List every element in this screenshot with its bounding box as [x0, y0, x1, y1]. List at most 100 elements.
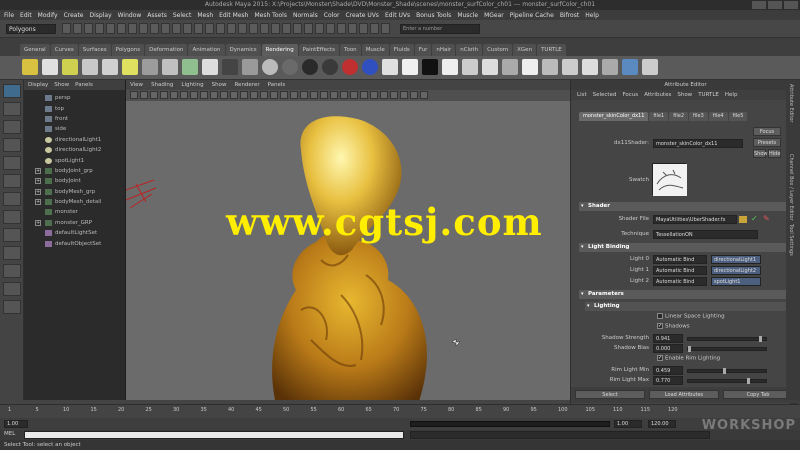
status-tool-icon[interactable]: [128, 23, 137, 34]
param-slider[interactable]: [687, 378, 767, 384]
menu-file[interactable]: File: [4, 12, 14, 19]
maximize-button[interactable]: [768, 1, 782, 9]
shelf-tool-icon[interactable]: [582, 59, 598, 75]
layout-custom-icon[interactable]: [3, 300, 21, 314]
param-value-field[interactable]: 0.770: [653, 376, 683, 385]
shelf-tool-icon[interactable]: [642, 59, 658, 75]
minimize-button[interactable]: [752, 1, 766, 9]
shelf-tab-animation[interactable]: Animation: [188, 44, 225, 56]
menu-edit-mesh[interactable]: Edit Mesh: [219, 12, 248, 19]
outliner-item[interactable]: directionalLight1: [24, 135, 125, 145]
checkbox-row[interactable]: ✓ Enable Rim Lighting: [657, 355, 720, 362]
light-binding-target[interactable]: spotLight1: [711, 277, 761, 286]
scale-tool-icon[interactable]: [3, 174, 21, 188]
menu-window[interactable]: Window: [118, 12, 142, 19]
shelf-tool-icon[interactable]: [302, 59, 318, 75]
status-tool-icon[interactable]: [238, 23, 247, 34]
layout-four-icon[interactable]: [3, 228, 21, 242]
status-tool-icon[interactable]: [381, 23, 390, 34]
ae-menu-focus[interactable]: Focus: [622, 92, 638, 98]
param-value-field[interactable]: 0.000: [653, 344, 683, 353]
status-tool-icon[interactable]: [260, 23, 269, 34]
menu-color[interactable]: Color: [324, 12, 340, 19]
ae-menu-selected[interactable]: Selected: [593, 92, 617, 98]
shelf-tab-nhair[interactable]: nHair: [432, 44, 456, 56]
status-tool-icon[interactable]: [139, 23, 148, 34]
shelf-tool-icon[interactable]: [362, 59, 378, 75]
show-button[interactable]: Show: [753, 149, 768, 158]
status-tool-icon[interactable]: [172, 23, 181, 34]
status-tool-icon[interactable]: [150, 23, 159, 34]
outliner-item[interactable]: + bodyJoint_grp: [24, 166, 125, 176]
menu-help[interactable]: Help: [585, 12, 599, 19]
expand-toggle[interactable]: +: [35, 219, 41, 226]
status-tool-icon[interactable]: [84, 23, 93, 34]
status-tool-icon[interactable]: [205, 23, 214, 34]
slider-knob[interactable]: [688, 346, 691, 352]
node-tab-file3[interactable]: file3: [689, 112, 708, 121]
shelf-tab-deformation[interactable]: Deformation: [145, 44, 188, 56]
status-tool-icon[interactable]: [304, 23, 313, 34]
numeric-input-field[interactable]: Enter a number: [400, 24, 480, 34]
status-tool-icon[interactable]: [348, 23, 357, 34]
menu-modify[interactable]: Modify: [38, 12, 58, 19]
status-tool-icon[interactable]: [106, 23, 115, 34]
shelf-tab-rendering[interactable]: Rendering: [261, 44, 298, 56]
outliner-menu-display[interactable]: Display: [28, 82, 48, 88]
light-binding-mode[interactable]: Automatic Bind: [653, 277, 707, 286]
status-tool-icon[interactable]: [249, 23, 258, 34]
node-tab-monster_skincolor_dx11[interactable]: monster_skinColor_dx11: [579, 112, 649, 121]
shelf-tab-custom[interactable]: Custom: [483, 44, 513, 56]
expand-toggle[interactable]: +: [35, 167, 41, 174]
menu-display[interactable]: Display: [90, 12, 112, 19]
shelf-tab-toon[interactable]: Toon: [340, 44, 361, 56]
ae-select-button[interactable]: Select: [575, 390, 645, 399]
shelf-tool-icon[interactable]: [42, 59, 58, 75]
layout-single-icon[interactable]: [3, 210, 21, 224]
outliner-item[interactable]: + monster_GRP: [24, 218, 125, 228]
menu-pipeline-cache[interactable]: Pipeline Cache: [510, 12, 554, 19]
shelf-tool-icon[interactable]: [242, 59, 258, 75]
shelf-tool-icon[interactable]: [502, 59, 518, 75]
shelf-tool-icon[interactable]: [102, 59, 118, 75]
paint-select-icon[interactable]: [3, 120, 21, 134]
checkbox[interactable]: ✓: [657, 355, 663, 361]
menu-mesh-tools[interactable]: Mesh Tools: [254, 12, 286, 19]
shelf-tab-muscle[interactable]: Muscle: [361, 44, 389, 56]
ae-menu-turtle[interactable]: TURTLE: [698, 92, 719, 98]
outliner-menu-show[interactable]: Show: [54, 82, 69, 88]
status-tool-icon[interactable]: [370, 23, 379, 34]
status-tool-icon[interactable]: [194, 23, 203, 34]
menu-assets[interactable]: Assets: [147, 12, 167, 19]
expand-toggle[interactable]: +: [35, 199, 41, 206]
close-button[interactable]: [784, 1, 798, 9]
technique-dropdown[interactable]: TessellationON: [653, 230, 758, 239]
menu-edit[interactable]: Edit: [20, 12, 32, 19]
node-name-field[interactable]: monster_skinColor_dx11: [653, 139, 743, 148]
outliner-item[interactable]: directionalLight2: [24, 145, 125, 155]
shelf-tool-icon[interactable]: [22, 59, 38, 75]
light-binding-mode[interactable]: Automatic Bind: [653, 266, 707, 275]
outliner-item[interactable]: persp: [24, 93, 125, 103]
outliner-item[interactable]: + bodyMesh_grp: [24, 187, 125, 197]
shelf-tab-xgen[interactable]: XGen: [513, 44, 537, 56]
hide-button[interactable]: Hide: [768, 149, 781, 158]
shelf-tab-fluids[interactable]: Fluids: [389, 44, 414, 56]
param-value-field[interactable]: 0.459: [653, 366, 683, 375]
ae-menu-list[interactable]: List: [577, 92, 587, 98]
reload-icon[interactable]: ✓: [751, 214, 758, 223]
shelf-tab-polygons[interactable]: Polygons: [111, 44, 145, 56]
checkbox-row[interactable]: Linear Space Lighting: [657, 313, 725, 320]
layout-outliner-icon[interactable]: [3, 264, 21, 278]
layout-graph-icon[interactable]: [3, 282, 21, 296]
expand-toggle[interactable]: +: [35, 188, 41, 195]
ae-menu-help[interactable]: Help: [725, 92, 738, 98]
presets-button[interactable]: Presets: [753, 138, 781, 147]
command-input[interactable]: [24, 431, 404, 439]
current-time-field[interactable]: 1.00: [614, 420, 642, 428]
menu-mesh[interactable]: Mesh: [197, 12, 213, 19]
shelf-tool-icon[interactable]: [462, 59, 478, 75]
outliner-item[interactable]: front: [24, 114, 125, 124]
slider-knob[interactable]: [723, 368, 726, 374]
shelf-tool-icon[interactable]: [542, 59, 558, 75]
